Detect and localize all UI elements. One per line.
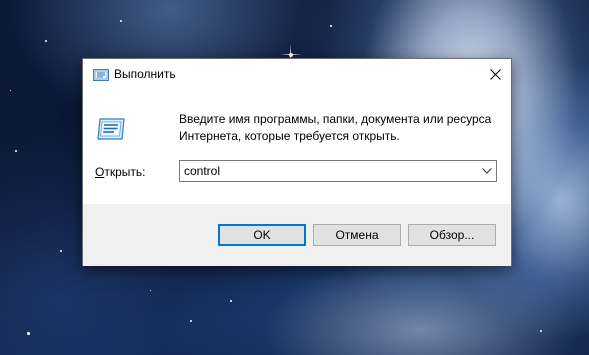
window-title: Выполнить	[114, 67, 176, 81]
description-text: Введите имя программы, папки, документа …	[179, 111, 499, 145]
dropdown-button[interactable]	[480, 164, 494, 178]
star	[15, 150, 17, 152]
star	[150, 290, 151, 291]
star	[120, 20, 122, 22]
run-program-icon	[96, 116, 126, 142]
cancel-button[interactable]: Отмена	[313, 224, 401, 246]
star	[190, 320, 192, 322]
star	[330, 25, 332, 27]
open-combobox[interactable]	[179, 160, 497, 182]
description-line-1: Введите имя программы, папки, документа …	[179, 112, 492, 126]
star	[10, 90, 11, 91]
close-button[interactable]	[480, 59, 511, 90]
star	[540, 330, 542, 332]
browse-button[interactable]: Обзор...	[408, 224, 496, 246]
close-icon	[490, 69, 501, 80]
ok-button[interactable]: OK	[218, 224, 306, 246]
description-line-2: Интернета, которые требуется открыть.	[179, 129, 400, 143]
chevron-down-icon	[482, 168, 492, 174]
run-icon	[93, 68, 109, 81]
open-label-accelerator: О	[95, 165, 105, 179]
star-flare	[280, 54, 302, 55]
star	[45, 40, 47, 42]
run-dialog: Выполнить Введите имя программы, папки, …	[82, 58, 512, 266]
titlebar[interactable]: Выполнить	[83, 59, 511, 90]
open-input[interactable]	[184, 163, 464, 179]
star	[27, 332, 30, 335]
star	[230, 300, 232, 302]
open-label: Открыть:	[95, 165, 145, 179]
button-bar: OK Отмена Обзор...	[83, 204, 511, 266]
star	[60, 250, 62, 252]
open-label-text: ткрыть:	[104, 165, 146, 179]
